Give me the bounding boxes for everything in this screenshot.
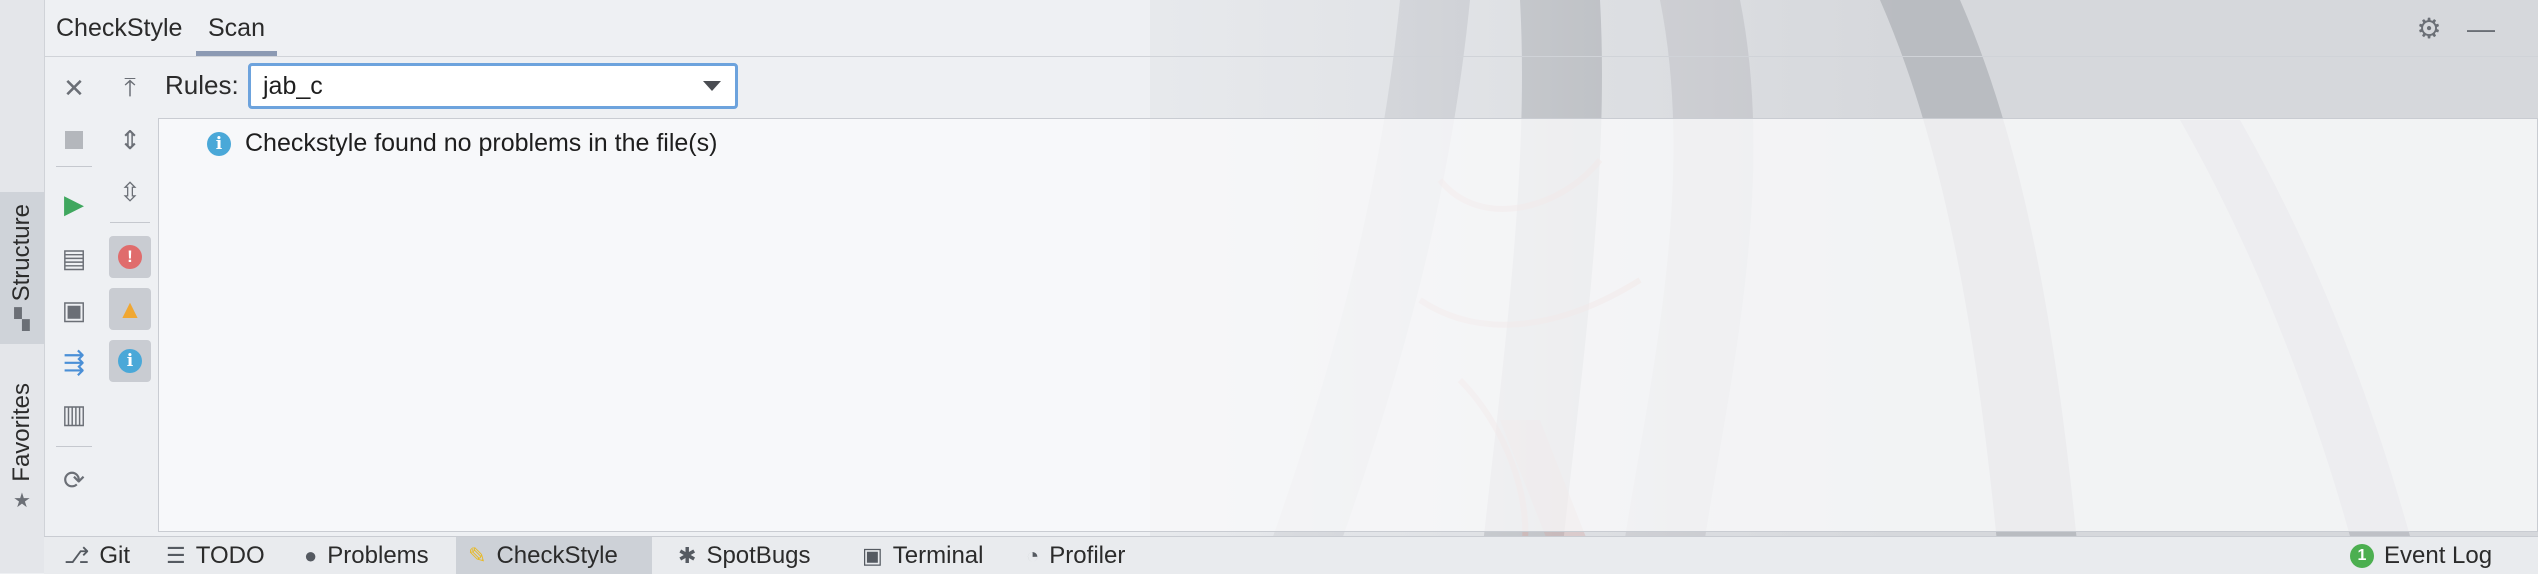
chevron-down-icon — [703, 81, 721, 91]
bottom-tab-label: Git — [99, 541, 131, 569]
tool-window-header: CheckStyle Scan ⚙ — — [44, 0, 2538, 57]
info-icon: i — [207, 131, 231, 156]
problems-icon: ● — [304, 542, 318, 568]
event-count-badge: 1 — [2350, 543, 2374, 568]
bottom-tab-label: SpotBugs — [706, 541, 811, 569]
bottom-tab-label: TODO — [195, 541, 265, 569]
rules-label: Rules: — [165, 70, 239, 100]
tab-scan[interactable]: Scan — [196, 0, 277, 56]
scroll-to-source-icon[interactable]: ⤒ — [108, 66, 152, 110]
git-icon: ⎇ — [64, 542, 90, 568]
bottom-tab-label: Profiler — [1049, 541, 1126, 569]
stop-icon[interactable] — [52, 118, 96, 162]
check-project-icon[interactable]: ▣ — [52, 288, 96, 332]
terminal-icon: ▣ — [862, 542, 883, 568]
profiler-icon: ◔ — [1026, 542, 1040, 568]
rules-dropdown[interactable]: jab_c — [248, 63, 738, 109]
collapse-all-icon[interactable]: ⇳ — [108, 170, 152, 214]
bottom-tab-git[interactable]: ⎇ Git — [52, 537, 142, 574]
bottom-tab-label: Problems — [327, 541, 429, 569]
bottom-tab-label: Terminal — [892, 541, 984, 569]
bottom-tab-todo[interactable]: ☰ TODO — [154, 537, 277, 574]
bottom-tab-checkstyle[interactable]: ✎ CheckStyle — [456, 537, 652, 574]
show-warnings-toggle-icon[interactable]: ▲ — [109, 288, 151, 330]
structure-icon: ▚ — [14, 309, 30, 332]
star-icon: ★ — [13, 489, 31, 512]
minimize-icon[interactable]: — — [2464, 12, 2498, 46]
result-message-row[interactable]: i Checkstyle found no problems in the fi… — [207, 129, 717, 158]
check-module-icon[interactable]: ▤ — [52, 236, 96, 280]
favorites-tab[interactable]: Favorites ★ — [0, 378, 44, 518]
results-panel: i Checkstyle found no problems in the fi… — [158, 118, 2538, 532]
reload-icon[interactable]: ⟳ — [52, 458, 96, 502]
event-log-label: Event Log — [2384, 541, 2493, 569]
run-icon[interactable]: ▶ — [52, 182, 96, 226]
bottom-tab-problems[interactable]: ● Problems — [292, 537, 441, 574]
bottom-tab-profiler[interactable]: ◔ Profiler — [1014, 537, 1137, 574]
checkstyle-icon: ✎ — [468, 542, 487, 568]
bug-icon: ✱ — [678, 542, 697, 568]
favorites-tab-label: Favorites — [8, 383, 35, 482]
bottom-tab-spotbugs[interactable]: ✱ SpotBugs — [666, 537, 823, 574]
toolbar-separator — [110, 222, 150, 223]
structure-tab[interactable]: Structure ▚ — [0, 192, 44, 344]
expand-all-icon[interactable]: ⇕ — [108, 118, 152, 162]
event-log-tab[interactable]: 1 Event Log — [2338, 537, 2504, 574]
list-icon: ☰ — [166, 542, 186, 568]
close-icon[interactable]: ✕ — [52, 66, 96, 110]
export-icon[interactable]: ▥ — [52, 392, 96, 436]
structure-tab-label: Structure — [8, 203, 35, 302]
check-changed-icon[interactable]: ⇶ — [52, 340, 96, 384]
left-tool-strip: Structure ▚ Favorites ★ — [0, 0, 45, 573]
bottom-tool-bar: ⎇ Git ☰ TODO ● Problems ✎ CheckStyle ✱ S… — [44, 536, 2538, 574]
toolbar-separator — [56, 446, 92, 447]
gear-icon[interactable]: ⚙ — [2412, 12, 2446, 46]
show-errors-toggle-icon[interactable]: ! — [109, 236, 151, 278]
result-message: Checkstyle found no problems in the file… — [245, 129, 718, 157]
bottom-tab-label: CheckStyle — [496, 541, 618, 569]
toolbar-separator — [56, 166, 92, 167]
rules-selected-value: jab_c — [263, 71, 323, 100]
bottom-tab-terminal[interactable]: ▣ Terminal — [850, 537, 996, 574]
tab-checkstyle[interactable]: CheckStyle — [44, 0, 194, 56]
show-info-toggle-icon[interactable]: i — [109, 340, 151, 382]
